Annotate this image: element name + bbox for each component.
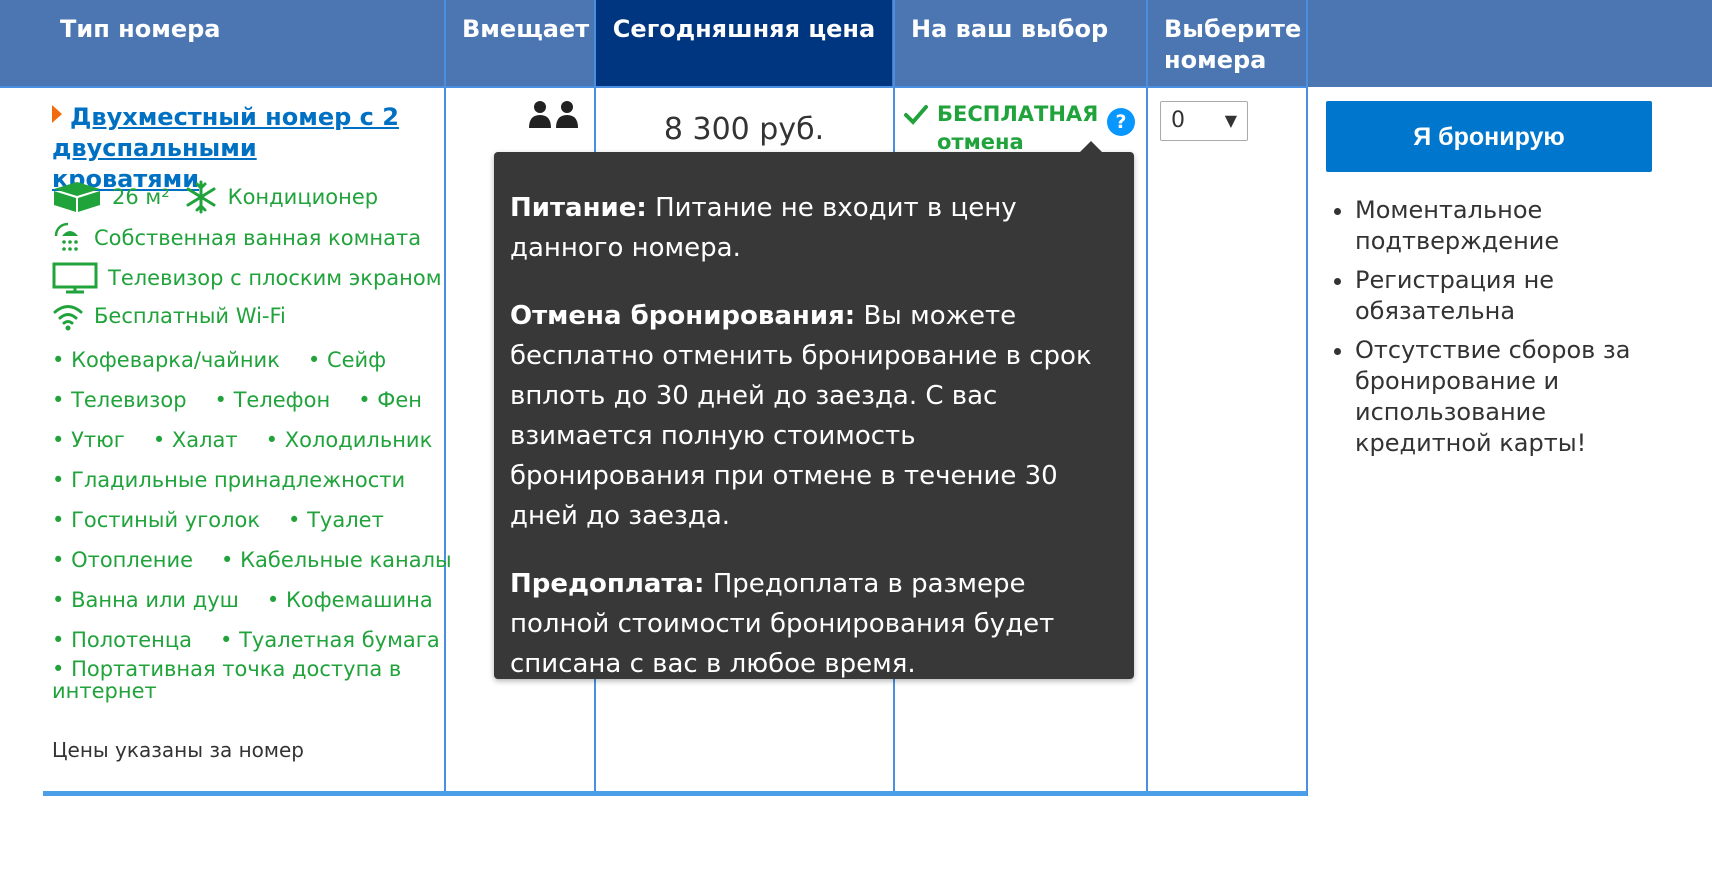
amenity-item: • Кофеварка/чайник <box>52 348 280 372</box>
amenity-item: • Сейф <box>307 348 387 372</box>
benefit-item: Регистрация не обязательна <box>1355 265 1675 327</box>
private-bathroom: Собственная ванная комната <box>94 226 422 250</box>
facility-tv: Телевизор с плоским экраном <box>52 262 442 294</box>
wifi-icon <box>53 305 83 331</box>
amenity-item: • Полотенца <box>52 628 193 652</box>
amenity-item: • Телефон <box>214 388 331 412</box>
amenity-item: • Ванна или душ <box>52 588 239 612</box>
cancellation-text: Вы можете бесплатно отменить бронировани… <box>510 301 1092 531</box>
header-room-type: Тип номера <box>60 15 221 43</box>
header-your-choice: На ваш выбор <box>911 15 1109 43</box>
amenity-item: • Гладильные принадлежности <box>52 468 406 492</box>
amenity-item: • Кабельные каналы <box>221 548 452 572</box>
header-price-today: Сегодняшняя цена <box>596 0 892 87</box>
prepayment-info: Предоплата: Предоплата в размере полной … <box>510 564 1118 684</box>
benefit-item: Моментальное подтверждение <box>1355 195 1675 257</box>
capacity-icons <box>528 100 580 134</box>
room-price: 8 300 руб. <box>663 112 825 147</box>
amenity-row: • Ванна или душ • Кофемашина <box>52 586 461 614</box>
amenity-row: • Кофеварка/чайник • Сейф <box>52 346 414 374</box>
amenity-item: • Кофемашина <box>266 588 433 612</box>
room-quantity-value: 0 <box>1171 108 1185 133</box>
tooltip-caret <box>1080 141 1102 152</box>
facility-bathroom: Собственная ванная комната <box>52 222 421 254</box>
amenity-item: • Халат <box>152 428 238 452</box>
amenity-row: • Телевизор • Телефон • Фен <box>52 386 450 414</box>
free-wifi: Бесплатный Wi-Fi <box>94 304 286 328</box>
reserve-button[interactable]: Я бронирую <box>1326 101 1652 172</box>
facility-wifi: Бесплатный Wi-Fi <box>52 300 286 332</box>
meals-label: Питание: <box>510 193 647 223</box>
amenity-row: • Отопление • Кабельные каналы <box>52 546 480 574</box>
snowflake-icon <box>186 180 216 214</box>
flat-screen-tv: Телевизор с плоским экраном <box>108 266 442 290</box>
shower-icon <box>54 222 78 251</box>
amenity-item: • Туалетная бумага <box>220 628 440 652</box>
help-icon[interactable]: ? <box>1107 108 1135 136</box>
table-bottom-border <box>43 791 1307 796</box>
table-header: Тип номера Вмещает Сегодняшняя цена На в… <box>0 0 1712 87</box>
room-area: 26 м² <box>112 185 170 209</box>
amenity-row: • Портативная точка доступа в интернет <box>52 658 432 702</box>
amenity-item: • Отопление <box>52 548 194 572</box>
room-size-icon <box>54 182 100 212</box>
amenity-row: • Гостиный уголок • Туалет <box>52 506 412 534</box>
amenity-row: • Полотенца • Туалетная бумага <box>52 626 468 654</box>
amenity-item: • Туалет <box>288 508 384 532</box>
header-bottom-border <box>0 86 1306 88</box>
benefit-item: Отсутствие сборов за бронирование и испо… <box>1355 335 1675 459</box>
header-capacity: Вмещает <box>462 15 590 43</box>
tv-icon <box>52 262 98 294</box>
amenity-item: • Гостиный уголок <box>52 508 261 532</box>
free-cancellation-text: БЕСПЛАТНАЯ отмена <box>937 102 1099 154</box>
amenity-item: • Портативная точка доступа в интернет <box>52 657 402 703</box>
column-divider <box>1306 0 1308 796</box>
facility-area: 26 м² Кондиционер <box>52 180 378 214</box>
column-divider <box>1146 0 1148 793</box>
booking-benefits: Моментальное подтверждение Регистрация н… <box>1330 195 1675 467</box>
room-quantity-select[interactable]: 0 ▼ <box>1160 101 1248 141</box>
free-cancellation: БЕСПЛАТНАЯ отмена <box>903 100 1099 156</box>
amenity-item: • Утюг <box>52 428 125 452</box>
conditions-tooltip: Питание: Питание не входит в цену данног… <box>494 141 1134 679</box>
caret-right-icon <box>52 105 62 123</box>
cancellation-label: Отмена бронирования: <box>510 301 856 331</box>
amenity-row: • Утюг • Халат • Холодильник <box>52 426 460 454</box>
air-conditioning: Кондиционер <box>227 185 379 209</box>
prepayment-label: Предоплата: <box>510 569 705 599</box>
dropdown-arrow-icon: ▼ <box>1224 111 1237 130</box>
cancellation-info: Отмена бронирования: Вы можете бесплатно… <box>510 296 1118 536</box>
amenity-row: • Гладильные принадлежности <box>52 466 433 494</box>
price-note: Цены указаны за номер <box>52 738 304 762</box>
amenity-item: • Фен <box>358 388 423 412</box>
two-persons-icon <box>529 101 578 128</box>
checkmark-icon <box>904 105 928 125</box>
header-select-rooms: Выберите номера <box>1164 15 1302 74</box>
amenity-item: • Холодильник <box>265 428 433 452</box>
meals-info: Питание: Питание не входит в цену данног… <box>510 188 1118 268</box>
amenity-item: • Телевизор <box>52 388 187 412</box>
